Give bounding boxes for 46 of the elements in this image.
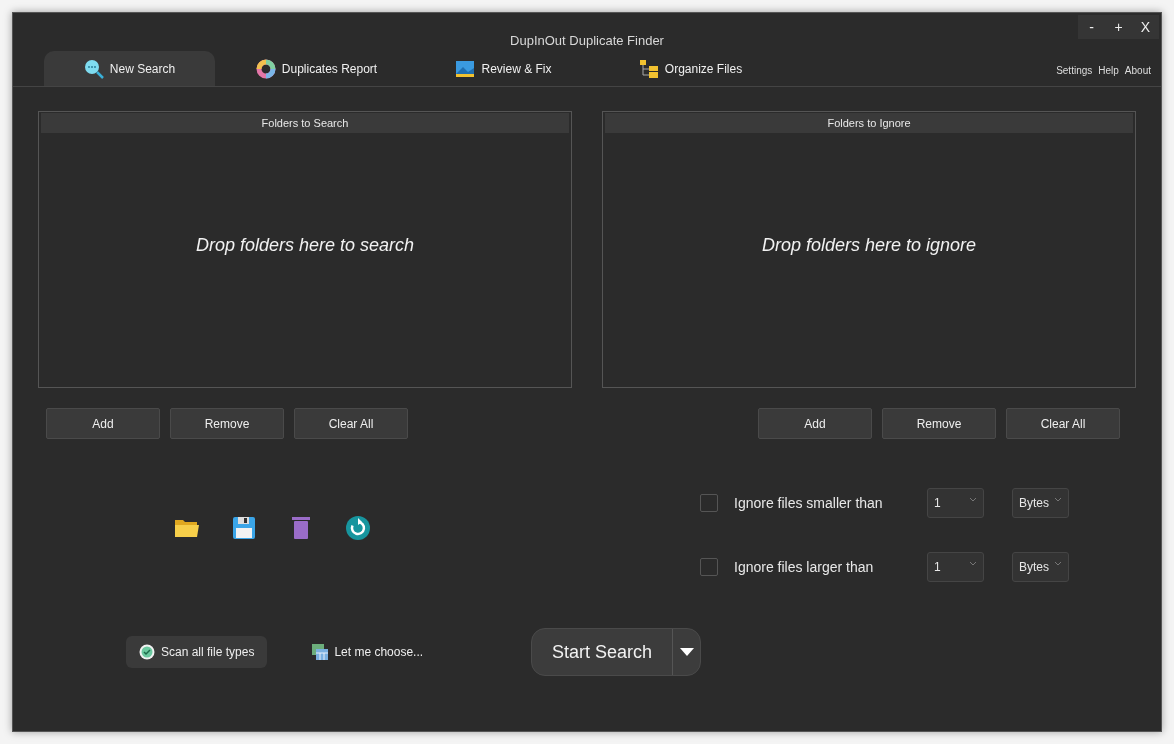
- menu-link[interactable]: Help: [1096, 65, 1121, 76]
- drop-zone[interactable]: Folders to Search Drop folders here to search: [38, 111, 572, 388]
- grid-window-icon: [312, 644, 329, 660]
- filter-label: Ignore files larger than: [734, 559, 875, 575]
- picture-icon: [455, 58, 476, 79]
- menu-link[interactable]: Settings: [1054, 65, 1095, 76]
- window-title: DupInOut Duplicate Finder: [510, 33, 664, 50]
- menu-link[interactable]: About: [1122, 65, 1153, 76]
- chevron-down-icon: [969, 496, 977, 502]
- window-control-button[interactable]: +: [1105, 15, 1132, 39]
- refresh-icon[interactable]: [345, 516, 371, 540]
- drop-hint: Drop folders here to search: [195, 234, 415, 256]
- unit-dropdown[interactable]: Bytes: [1012, 552, 1069, 582]
- drop-zone[interactable]: Folders to Ignore Drop folders here to ignore: [602, 111, 1136, 388]
- magnifier-icon: [83, 58, 104, 79]
- window-control-button[interactable]: -: [1078, 15, 1105, 39]
- action-button[interactable]: Remove: [170, 408, 284, 439]
- start-search-button[interactable]: Start Search: [531, 628, 702, 676]
- tab[interactable]: New Search: [44, 51, 215, 86]
- action-button[interactable]: Clear All: [294, 408, 408, 439]
- action-button[interactable]: Remove: [882, 408, 996, 439]
- file-type-option[interactable]: Scan all file types: [126, 636, 268, 668]
- action-button[interactable]: Add: [46, 408, 160, 439]
- check-circle-icon: [139, 644, 155, 660]
- filter-label: Ignore files smaller than: [734, 495, 884, 511]
- chevron-down-icon: [969, 560, 977, 566]
- action-button[interactable]: Clear All: [1006, 408, 1120, 439]
- tab[interactable]: Organize Files: [605, 51, 776, 86]
- dropdown-arrow-icon[interactable]: [679, 648, 694, 656]
- tab[interactable]: Review & Fix: [418, 51, 589, 86]
- panel-header: Folders to Search: [41, 113, 569, 133]
- chevron-down-icon: [1054, 560, 1062, 566]
- window-control-button[interactable]: X: [1132, 15, 1159, 39]
- action-button[interactable]: Add: [758, 408, 872, 439]
- size-dropdown[interactable]: 1: [927, 552, 984, 582]
- folder-tree-icon: [638, 58, 659, 79]
- tab[interactable]: Duplicates Report: [231, 51, 402, 86]
- unit-dropdown[interactable]: Bytes: [1012, 488, 1069, 518]
- chevron-down-icon: [1054, 496, 1062, 502]
- drop-hint: Drop folders here to ignore: [761, 234, 977, 256]
- checkbox[interactable]: [700, 494, 718, 512]
- file-type-option[interactable]: Let me choose...: [299, 636, 437, 668]
- checkbox[interactable]: [700, 558, 718, 576]
- size-dropdown[interactable]: 1: [927, 488, 984, 518]
- panel-header: Folders to Ignore: [605, 113, 1133, 133]
- donut-chart-icon: [255, 58, 276, 79]
